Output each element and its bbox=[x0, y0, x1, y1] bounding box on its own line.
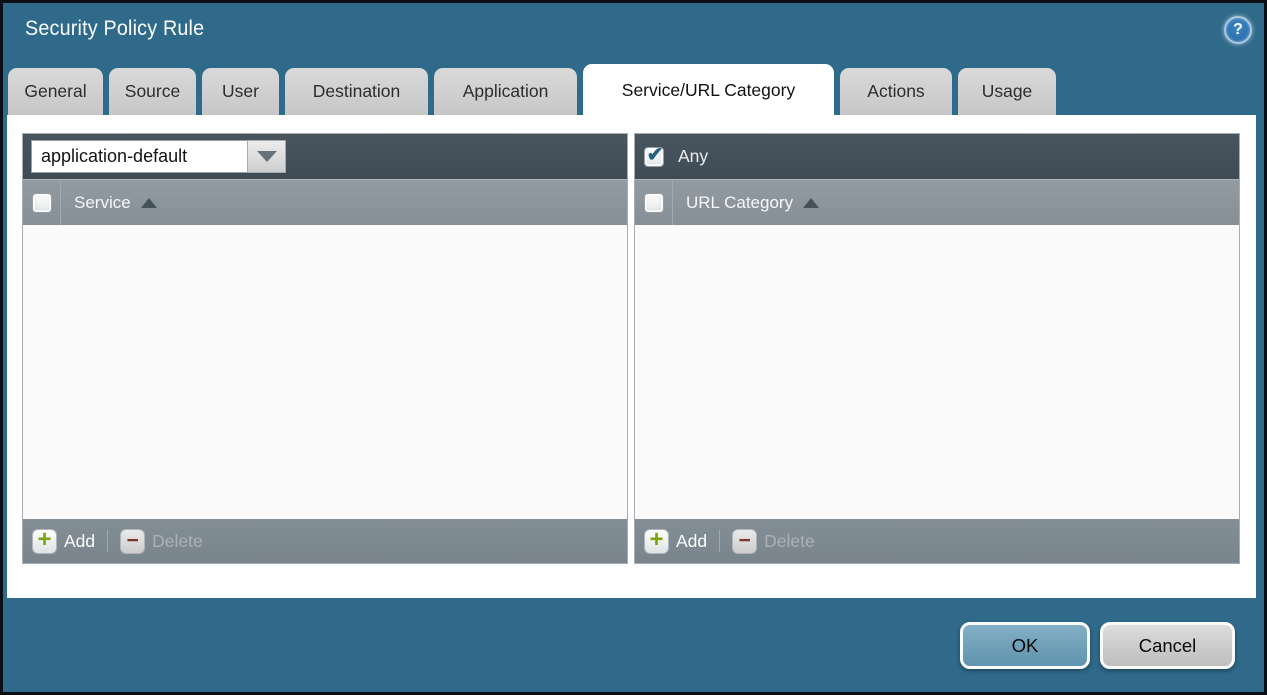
tab-user[interactable]: User bbox=[202, 68, 279, 115]
dialog-title: Security Policy Rule bbox=[25, 17, 204, 41]
tab-source[interactable]: Source bbox=[109, 68, 196, 115]
add-icon: + bbox=[644, 529, 669, 554]
service-type-combo bbox=[31, 140, 286, 173]
tab-service-url-category[interactable]: Service/URL Category bbox=[583, 64, 834, 116]
sort-ascending-icon[interactable] bbox=[141, 198, 157, 208]
add-icon: + bbox=[32, 529, 57, 554]
plus-glyph: + bbox=[37, 530, 51, 550]
security-policy-rule-dialog: Security Policy Rule ? General Source Us… bbox=[0, 0, 1267, 695]
add-label: Add bbox=[676, 531, 707, 552]
minus-glyph: − bbox=[739, 532, 751, 550]
service-table-body bbox=[23, 225, 627, 519]
toolbar-divider bbox=[719, 530, 720, 552]
service-column-header[interactable]: Service bbox=[74, 193, 131, 213]
tab-usage[interactable]: Usage bbox=[958, 68, 1056, 115]
checkmark-icon: ✔ bbox=[647, 145, 664, 165]
url-category-select-all-cell bbox=[635, 180, 673, 225]
add-label: Add bbox=[64, 531, 95, 552]
service-delete-button[interactable]: − Delete bbox=[120, 529, 203, 554]
tab-bar: General Source User Destination Applicat… bbox=[8, 63, 1056, 115]
tab-application[interactable]: Application bbox=[434, 68, 577, 115]
url-category-toolbar: + Add − Delete bbox=[635, 519, 1239, 563]
chevron-down-icon bbox=[257, 151, 277, 162]
url-category-table-body bbox=[635, 225, 1239, 519]
service-topbar bbox=[23, 134, 627, 179]
help-icon[interactable]: ? bbox=[1224, 16, 1252, 44]
tab-destination[interactable]: Destination bbox=[285, 68, 428, 115]
delete-icon: − bbox=[732, 529, 757, 554]
cancel-button[interactable]: Cancel bbox=[1100, 622, 1235, 669]
sort-ascending-icon[interactable] bbox=[803, 198, 819, 208]
any-checkbox[interactable]: ✔ bbox=[644, 147, 664, 167]
url-category-add-button[interactable]: + Add bbox=[644, 529, 707, 554]
service-toolbar: + Add − Delete bbox=[23, 519, 627, 563]
service-panel: Service + Add − Delete bbox=[22, 133, 628, 564]
delete-label: Delete bbox=[152, 531, 203, 552]
minus-glyph: − bbox=[127, 532, 139, 550]
delete-label: Delete bbox=[764, 531, 815, 552]
ok-button[interactable]: OK bbox=[960, 622, 1090, 669]
toolbar-divider bbox=[107, 530, 108, 552]
service-type-input[interactable] bbox=[31, 140, 247, 173]
service-type-dropdown-button[interactable] bbox=[247, 140, 286, 173]
tab-general[interactable]: General bbox=[8, 68, 103, 115]
service-select-all-cell bbox=[23, 180, 61, 225]
service-select-all-checkbox[interactable] bbox=[32, 193, 52, 213]
service-add-button[interactable]: + Add bbox=[32, 529, 95, 554]
delete-icon: − bbox=[120, 529, 145, 554]
url-category-panel: ✔ Any URL Category + Add − bbox=[634, 133, 1240, 564]
tab-actions[interactable]: Actions bbox=[840, 68, 952, 115]
any-label: Any bbox=[678, 146, 708, 167]
service-table-header: Service bbox=[23, 179, 627, 225]
url-category-topbar: ✔ Any bbox=[635, 134, 1239, 179]
url-category-select-all-checkbox[interactable] bbox=[644, 193, 664, 213]
url-category-table-header: URL Category bbox=[635, 179, 1239, 225]
help-glyph: ? bbox=[1233, 21, 1243, 39]
plus-glyph: + bbox=[649, 530, 663, 550]
url-category-delete-button[interactable]: − Delete bbox=[732, 529, 815, 554]
url-category-column-header[interactable]: URL Category bbox=[686, 193, 793, 213]
